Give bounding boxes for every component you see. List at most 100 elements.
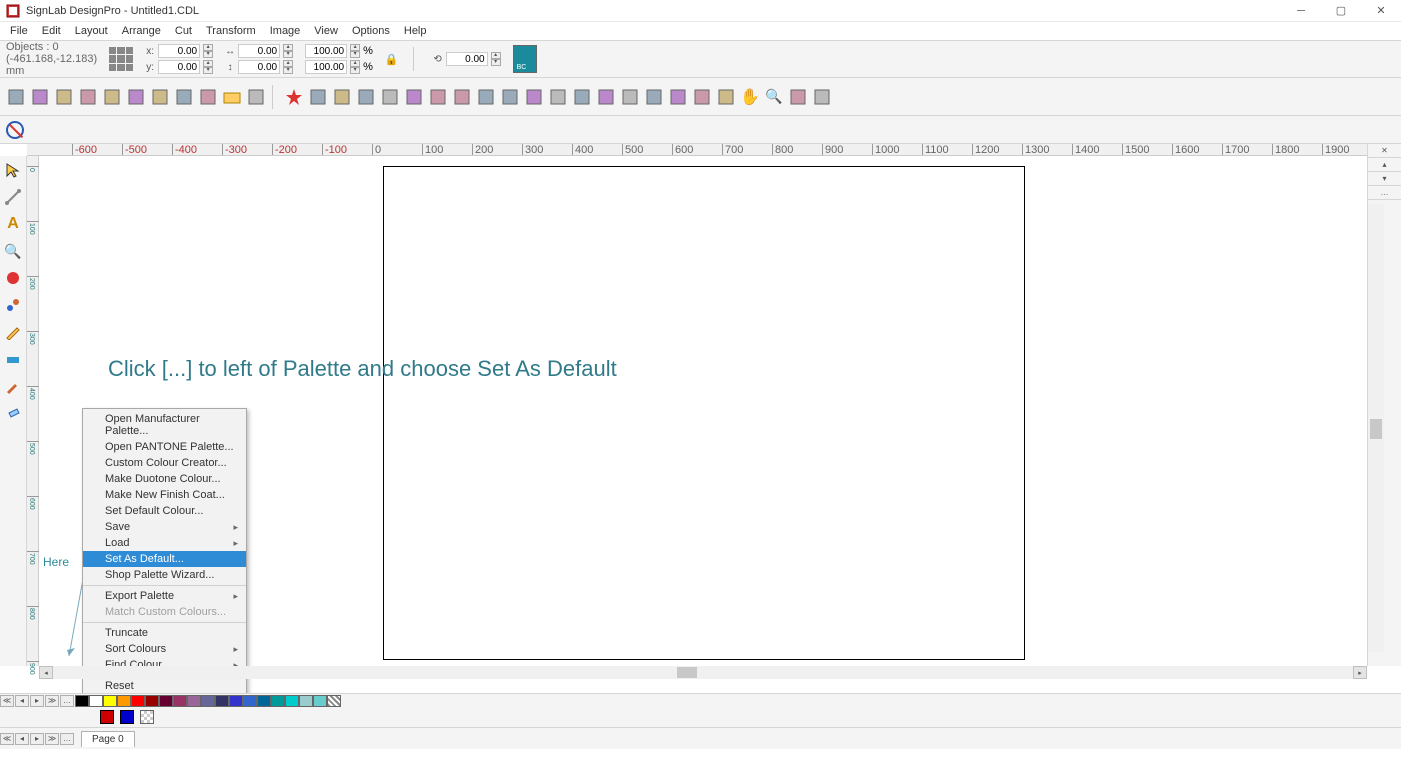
menu-item-make-new-finish-coat[interactable]: Make New Finish Coat... [83,487,246,503]
layer-swatch[interactable] [120,710,134,724]
print2-icon[interactable] [788,87,808,107]
menu-file[interactable]: File [4,24,34,38]
color-swatch[interactable] [89,695,103,707]
tag-icon[interactable] [644,87,664,107]
hatch-swatch[interactable] [327,695,341,707]
color-swatch[interactable] [313,695,327,707]
doc-in-icon[interactable] [78,87,98,107]
page-next[interactable]: ▸ [30,733,44,745]
page-tab[interactable]: Page 0 [81,731,135,747]
hscroll-left[interactable]: ◂ [39,666,53,679]
color-swatch[interactable] [131,695,145,707]
undo-icon[interactable] [174,87,194,107]
menu-item-truncate[interactable]: Truncate [83,625,246,641]
wand-icon[interactable] [452,87,472,107]
menu-item-load[interactable]: Load▸ [83,535,246,551]
page-first[interactable]: ≪ [0,733,14,745]
up-arrow-icon[interactable] [380,87,400,107]
menu-arrange[interactable]: Arrange [116,24,167,38]
lock-icon[interactable]: 🔒 [385,53,399,66]
menu-item-open-manufacturer-palette[interactable]: Open Manufacturer Palette... [83,411,246,439]
printer-icon[interactable] [332,87,352,107]
measure-tool[interactable] [3,187,23,207]
menu-image[interactable]: Image [264,24,307,38]
anchor-grid[interactable] [109,47,133,71]
grad-icon[interactable] [572,87,592,107]
right-close-icon[interactable]: ✕ [1368,144,1401,158]
close-button[interactable]: ✕ [1361,0,1401,22]
menu-item-save[interactable]: Save▸ [83,519,246,535]
zoom-tool[interactable]: 🔍 [3,241,23,261]
menu-item-export-palette[interactable]: Export Palette▸ [83,588,246,604]
palette-prev[interactable]: ◂ [15,695,29,707]
maximize-button[interactable]: ▢ [1321,0,1361,22]
palette-first[interactable]: ≪ [0,695,14,707]
ruler-icon[interactable] [692,87,712,107]
vertical-scrollbar[interactable] [1368,204,1384,652]
page-prev[interactable]: ◂ [15,733,29,745]
folder-icon[interactable] [222,87,242,107]
menu-cut[interactable]: Cut [169,24,198,38]
flag-icon[interactable] [308,87,328,107]
hscroll-thumb[interactable] [677,667,697,678]
wavy-icon[interactable] [150,87,170,107]
menu-item-reset[interactable]: Reset [83,678,246,694]
x-field[interactable] [158,44,200,58]
flag2-icon[interactable] [668,87,688,107]
gray-sq-icon[interactable] [812,87,832,107]
shade-icon[interactable] [404,87,424,107]
right-row-1[interactable]: ▴ [1368,158,1401,172]
invisible-swatch[interactable] [140,710,154,724]
color-swatch[interactable] [75,695,89,707]
menu-item-make-duotone-colour[interactable]: Make Duotone Colour... [83,471,246,487]
gray-hex-icon[interactable] [126,87,146,107]
menu-transform[interactable]: Transform [200,24,262,38]
menu-item-shop-palette-wizard[interactable]: Shop Palette Wizard... [83,567,246,583]
zoom-icon[interactable]: 🔍 [764,87,784,107]
color-swatch[interactable] [229,695,243,707]
doc-out-icon[interactable] [102,87,122,107]
blob-icon[interactable] [716,87,736,107]
color-swatch[interactable] [215,695,229,707]
color-swatch[interactable] [117,695,131,707]
group-icon[interactable] [476,87,496,107]
no-circle-icon[interactable] [6,121,24,139]
horizontal-scrollbar[interactable]: ◂ ▸ [39,666,1367,679]
label-icon[interactable] [596,87,616,107]
menu-item-set-as-default[interactable]: Set As Default... [83,551,246,567]
box3d-icon[interactable] [6,87,26,107]
menu-edit[interactable]: Edit [36,24,67,38]
bucket-tool[interactable] [3,403,23,423]
width-field[interactable] [238,44,280,58]
minimize-button[interactable]: ─ [1281,0,1321,22]
color-swatch[interactable] [173,695,187,707]
disc-icon[interactable] [620,87,640,107]
page-menu[interactable]: … [60,733,74,745]
palette-next[interactable]: ▸ [30,695,44,707]
redo-icon[interactable] [198,87,218,107]
height-field[interactable] [238,60,280,74]
color-swatch[interactable] [271,695,285,707]
scale-y-field[interactable] [305,60,347,74]
text-tool[interactable]: A [3,214,23,234]
star-x-icon[interactable] [284,87,304,107]
menu-item-set-default-colour[interactable]: Set Default Colour... [83,503,246,519]
menu-item-custom-colour-creator[interactable]: Custom Colour Creator... [83,455,246,471]
scale-x-field[interactable] [305,44,347,58]
square-icon[interactable] [428,87,448,107]
color-swatch[interactable] [145,695,159,707]
page-last[interactable]: ≫ [45,733,59,745]
color-swatch[interactable] [103,695,117,707]
right-row-3[interactable]: … [1368,186,1401,200]
stamp-icon[interactable] [548,87,568,107]
right-row-2[interactable]: ▾ [1368,172,1401,186]
menu-layout[interactable]: Layout [69,24,114,38]
box3d-2-icon[interactable] [30,87,50,107]
shape-tool[interactable] [3,268,23,288]
exit-icon[interactable] [246,87,266,107]
color-swatch[interactable] [299,695,313,707]
color-swatch[interactable] [243,695,257,707]
node-tool[interactable] [3,295,23,315]
circle-icon[interactable] [500,87,520,107]
box3d-3-icon[interactable] [54,87,74,107]
